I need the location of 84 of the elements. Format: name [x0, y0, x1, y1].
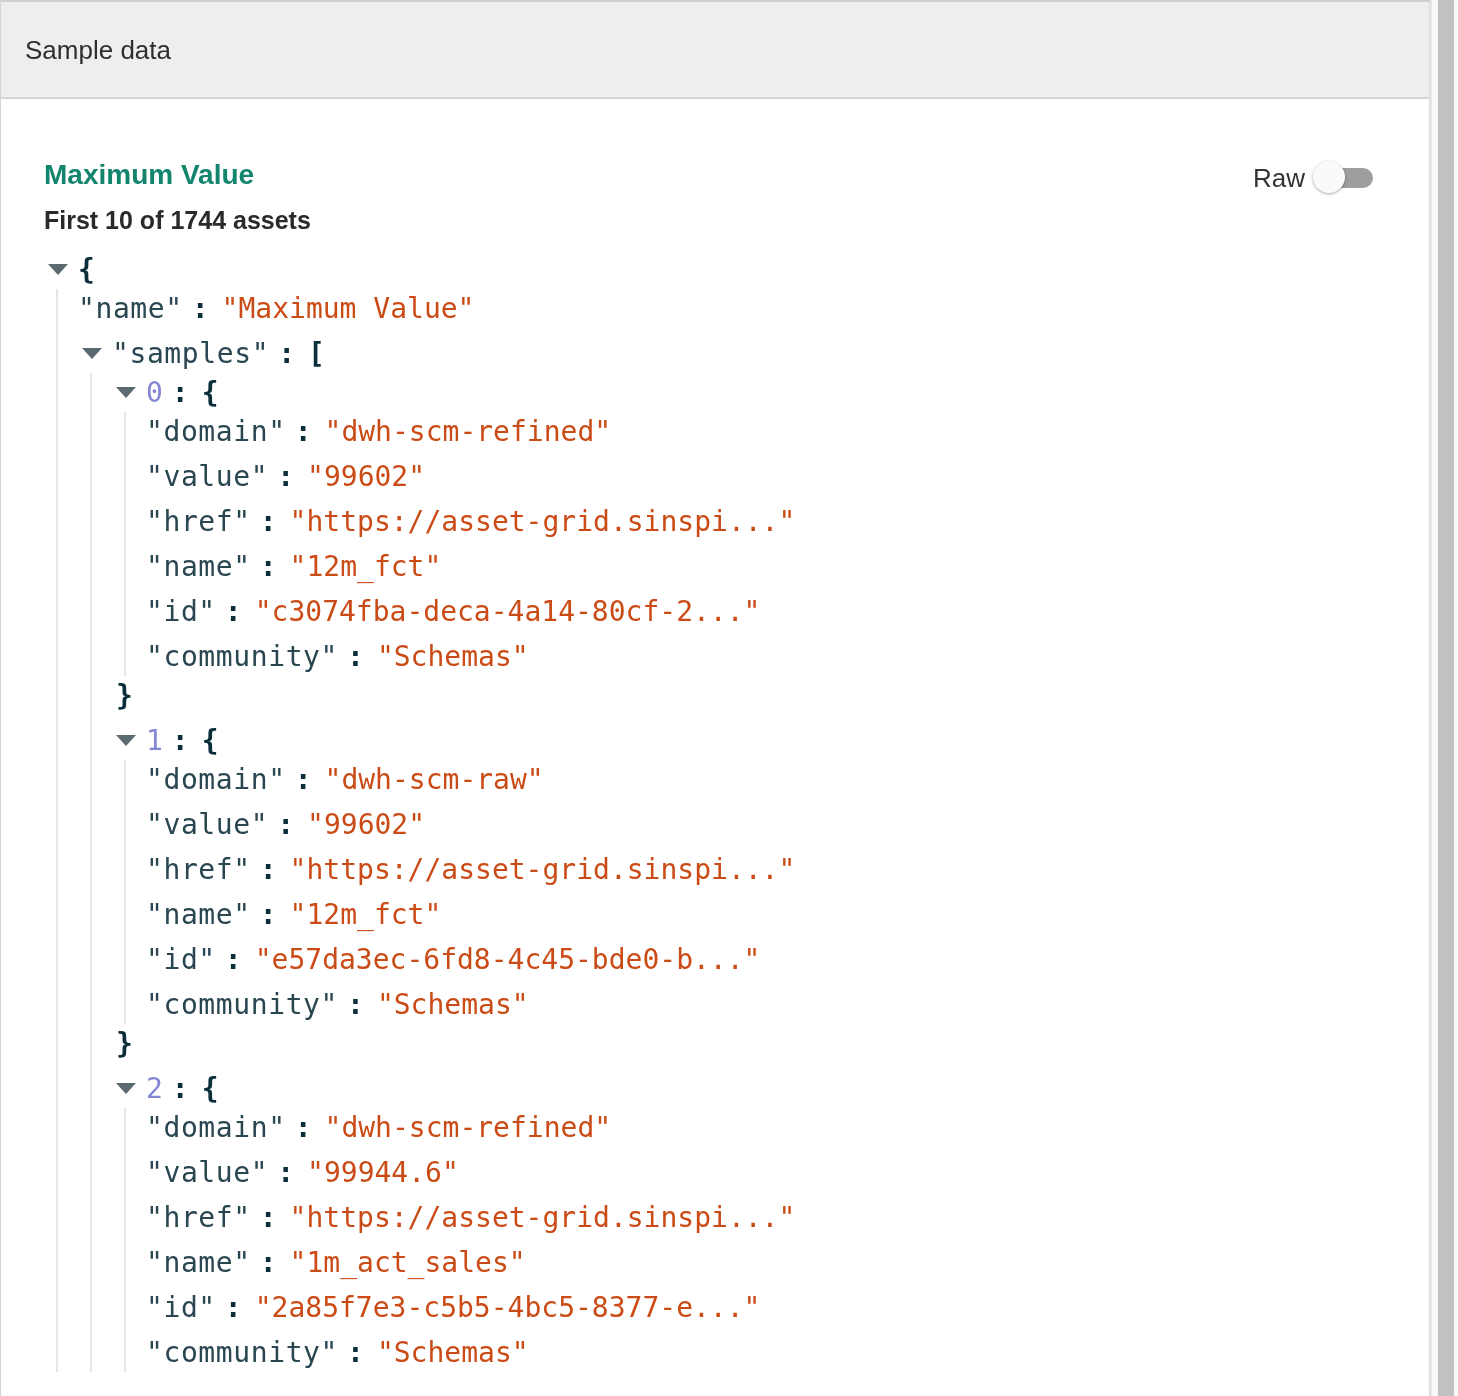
- colon: :: [347, 987, 364, 1023]
- json-key: "href": [146, 850, 251, 889]
- json-key: "href": [146, 1198, 251, 1237]
- colon: :: [294, 762, 312, 798]
- colon: :: [277, 459, 295, 495]
- json-value: "dwh-scm-refined": [324, 414, 612, 450]
- colon: :: [224, 594, 242, 630]
- json-value: "https://asset-grid.sinspi...": [289, 852, 796, 888]
- colon: :: [224, 942, 242, 978]
- json-key: "name": [146, 895, 251, 934]
- json-value: "https://asset-grid.sinspi...": [289, 1200, 796, 1236]
- opening-bracket: {: [78, 252, 95, 288]
- json-value: "2a85f7e3-c5b5-4bc5-8377-e...": [254, 1290, 761, 1326]
- colon: :: [259, 504, 277, 540]
- json-value: "dwh-scm-refined": [324, 1110, 612, 1146]
- opening-bracket: {: [201, 723, 219, 759]
- json-key: "domain": [146, 412, 286, 451]
- caret-down-icon[interactable]: [82, 348, 102, 359]
- caret-down-icon[interactable]: [116, 1083, 136, 1094]
- caret-down-icon[interactable]: [116, 735, 136, 746]
- colon: :: [259, 1200, 277, 1236]
- array-index: 2: [146, 1071, 163, 1107]
- array-index: 1: [146, 723, 163, 759]
- opening-bracket: {: [201, 375, 219, 411]
- scrollbar-thumb[interactable]: [1438, 0, 1454, 1396]
- json-key: "community": [146, 985, 339, 1024]
- panel-title: Sample data: [25, 33, 171, 66]
- colon: :: [259, 897, 277, 933]
- json-key: "domain": [146, 760, 286, 799]
- json-value: "12m_fct": [289, 897, 442, 933]
- heading: Maximum Value: [44, 158, 255, 192]
- array-index: 0: [146, 375, 163, 411]
- json-key: "community": [146, 1333, 339, 1372]
- colon: :: [171, 723, 189, 759]
- colon: :: [277, 1155, 295, 1191]
- json-key: "id": [146, 592, 216, 631]
- json-value: "99944.6": [307, 1155, 459, 1191]
- colon: :: [224, 1290, 242, 1326]
- colon: :: [191, 291, 209, 327]
- colon: :: [278, 336, 295, 372]
- raw-label: Raw: [1253, 162, 1305, 195]
- colon: :: [259, 852, 277, 888]
- json-value: "dwh-scm-raw": [324, 762, 544, 798]
- json-value: "1m_act_sales": [289, 1245, 526, 1281]
- opening-bracket: [: [308, 336, 325, 372]
- colon: :: [347, 639, 364, 675]
- json-key: "value": [146, 805, 269, 844]
- caret-down-icon[interactable]: [116, 387, 136, 398]
- json-value: "99602": [307, 807, 426, 843]
- json-key: "name": [78, 289, 183, 328]
- json-key: "href": [146, 502, 251, 541]
- opening-bracket: {: [201, 1071, 219, 1107]
- json-value: "e57da3ec-6fd8-4c45-bde0-b...": [254, 942, 761, 978]
- json-key: "community": [146, 637, 339, 676]
- asset-count: First 10 of 1744 assets: [44, 205, 311, 236]
- caret-down-icon[interactable]: [48, 264, 68, 275]
- json-value: "12m_fct": [289, 549, 442, 585]
- json-value: "c3074fba-deca-4a14-80cf-2...": [254, 594, 761, 630]
- colon: :: [171, 1071, 189, 1107]
- json-key: "samples": [112, 334, 270, 373]
- colon: :: [259, 1245, 277, 1281]
- json-key: "value": [146, 457, 269, 496]
- colon: :: [277, 807, 295, 843]
- raw-switch[interactable]: [1313, 161, 1373, 195]
- json-value: "Schemas": [376, 987, 529, 1023]
- json-key: "id": [146, 1288, 216, 1327]
- json-key: "name": [146, 547, 251, 586]
- colon: :: [347, 1335, 364, 1371]
- json-value: "Schemas": [376, 1335, 529, 1371]
- colon: :: [171, 375, 189, 411]
- closing-bracket: }: [116, 678, 133, 714]
- json-key: "domain": [146, 1108, 286, 1147]
- json-key: "value": [146, 1153, 269, 1192]
- colon: :: [294, 1110, 312, 1146]
- scrollbar[interactable]: [1430, 0, 1458, 1396]
- json-value: "99602": [307, 459, 426, 495]
- json-value: "Schemas": [376, 639, 529, 675]
- json-key: "id": [146, 940, 216, 979]
- json-key: "name": [146, 1243, 251, 1282]
- colon: :: [259, 549, 277, 585]
- closing-bracket: }: [116, 1026, 133, 1062]
- json-value: "https://asset-grid.sinspi...": [289, 504, 796, 540]
- colon: :: [294, 414, 312, 450]
- json-value: "Maximum Value": [221, 291, 475, 327]
